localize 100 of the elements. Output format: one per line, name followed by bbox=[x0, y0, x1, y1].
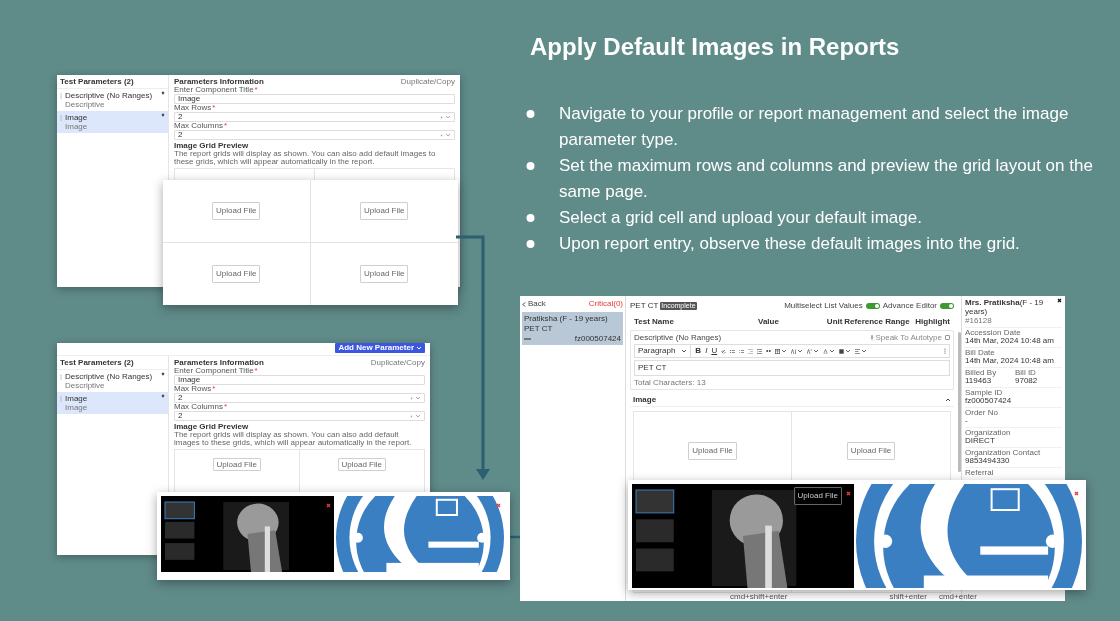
parameter-name: Image bbox=[65, 113, 89, 122]
chevron-down-icon bbox=[781, 348, 788, 354]
upload-button[interactable]: Upload File bbox=[688, 442, 737, 460]
parameter-name: Image bbox=[65, 394, 89, 403]
add-parameter-button[interactable]: Add New Parameter bbox=[335, 343, 425, 353]
detail-value: DIRECT bbox=[965, 437, 995, 445]
required-mark: * bbox=[254, 367, 258, 375]
parameter-type: Image bbox=[65, 122, 89, 131]
scrollbar[interactable] bbox=[958, 332, 961, 472]
detail-value: 97082 bbox=[1015, 377, 1039, 385]
field-label: Max Rows bbox=[174, 104, 212, 112]
step-text: Upon report entry, observe these default images into the grid. bbox=[559, 233, 1020, 255]
upload-button[interactable]: Upload File bbox=[360, 201, 409, 220]
field-label: Max Columns bbox=[174, 122, 223, 130]
chevron-down-icon bbox=[415, 413, 421, 419]
required-mark: * bbox=[254, 86, 258, 94]
block-style-dropdown[interactable]: Paragraph bbox=[638, 345, 692, 357]
detail-value: 9853494330 bbox=[965, 457, 1011, 465]
patient-number: #16128 bbox=[965, 316, 993, 325]
section-title: Parameters Information bbox=[174, 358, 264, 367]
patient-name: Mrs. Pratiksha(F - 19 years) bbox=[965, 298, 1045, 316]
upload-button[interactable]: Upload File bbox=[360, 264, 409, 283]
align-icon bbox=[855, 348, 861, 354]
detail-label: Accession Date bbox=[965, 329, 1022, 337]
slide-title: Apply Default Images in Reports bbox=[530, 32, 900, 62]
upload-button[interactable]: Upload File bbox=[212, 264, 261, 283]
format-button[interactable]: B bbox=[695, 345, 702, 357]
select-field[interactable]: 2 bbox=[174, 393, 425, 403]
upload-button[interactable]: Upload File bbox=[212, 201, 261, 220]
chevron-down-icon bbox=[797, 348, 804, 354]
detail-label: Order No bbox=[965, 409, 999, 417]
format-button[interactable]: I bbox=[705, 345, 708, 357]
parameter-type: Descriptive bbox=[65, 100, 106, 109]
input-field[interactable]: Image bbox=[174, 94, 455, 104]
format-button[interactable]: U bbox=[711, 345, 718, 357]
detail-label: Bill Date bbox=[965, 349, 996, 357]
parameter-type: Image bbox=[65, 403, 89, 412]
parameter-item[interactable]: Image Image bbox=[57, 111, 168, 133]
outdent-icon bbox=[748, 348, 754, 354]
patient-test: PET CT bbox=[524, 324, 554, 333]
select-field[interactable]: 2 bbox=[174, 112, 455, 122]
toggle-switch[interactable] bbox=[865, 303, 880, 309]
required-mark: * bbox=[223, 122, 228, 130]
test-title: PET CT bbox=[630, 300, 659, 312]
quote-icon bbox=[766, 348, 772, 354]
step-text: Navigate to your profile or report management and select the image parameter type. bbox=[559, 103, 1070, 151]
column-header: Value bbox=[757, 316, 780, 328]
select-field[interactable]: 2 bbox=[174, 130, 455, 140]
chevron-down-icon bbox=[845, 348, 852, 354]
duplicate-link[interactable]: Duplicate/Copy bbox=[370, 358, 425, 367]
patient-card[interactable]: Pratiksha (F - 19 years) PET CT fz000507424 bbox=[522, 312, 623, 345]
duplicate-link[interactable]: Duplicate/Copy bbox=[400, 77, 455, 86]
toggle-switch[interactable] bbox=[940, 303, 954, 309]
preview-note: The report grids will display as shown. You can also add default images to these grids, which will appear automatically in the report. bbox=[174, 431, 413, 447]
required-mark: * bbox=[212, 385, 216, 393]
input-field[interactable]: Image bbox=[174, 375, 425, 385]
link-icon bbox=[721, 348, 727, 354]
speak-button[interactable]: Speak To Autotype bbox=[870, 333, 942, 342]
highlight-icon bbox=[839, 348, 845, 354]
font-icon bbox=[807, 348, 813, 354]
parameter-item[interactable]: Descriptive (No Ranges) Descriptive bbox=[57, 89, 168, 111]
upload-button[interactable]: Upload File bbox=[337, 458, 386, 471]
editor-field[interactable]: PET CT bbox=[634, 360, 950, 376]
column-header: Reference Range bbox=[843, 316, 910, 328]
chevron-down-icon bbox=[445, 114, 451, 120]
detail-label: Billed By bbox=[965, 369, 998, 377]
dash-icon bbox=[524, 337, 531, 340]
critical-count: Critical(0) bbox=[588, 298, 623, 310]
step-text: Select a grid cell and upload your default image. bbox=[559, 207, 922, 229]
upload-button[interactable]: Upload File bbox=[793, 487, 842, 505]
test-name: Descriptive (No Ranges) bbox=[634, 333, 722, 342]
field-label: Enter Component Title bbox=[174, 367, 254, 375]
toggle-label: Multiselect List Values bbox=[784, 300, 863, 312]
preview-note: The report grids will display as shown. You can also add default images to these grids, which will appear automatically in the report. bbox=[174, 150, 437, 166]
upload-button[interactable]: Upload File bbox=[212, 458, 261, 471]
detail-value: 14th Mar, 2024 10:48 am bbox=[965, 357, 1055, 365]
section-title: Parameters Information bbox=[174, 77, 264, 86]
chevron-down-icon bbox=[829, 348, 836, 354]
patient-name: Pratiksha (F - 19 years) bbox=[524, 314, 609, 323]
detail-label: Bill ID bbox=[1015, 369, 1037, 377]
select-field[interactable]: 2 bbox=[174, 411, 425, 421]
parameter-item[interactable]: Descriptive (No Ranges) Descriptive bbox=[57, 370, 168, 392]
detail-value: 119463 bbox=[965, 377, 992, 385]
detail-label: Referral bbox=[965, 469, 995, 477]
field-label: Max Columns bbox=[174, 403, 223, 411]
font-color-icon bbox=[823, 348, 829, 354]
checkbox[interactable] bbox=[945, 335, 950, 340]
parameter-item[interactable]: Image Image bbox=[57, 392, 168, 414]
parameter-name: Descriptive (No Ranges) bbox=[65, 91, 154, 100]
detail-value: 14th Mar, 2024 10:48 am bbox=[965, 337, 1055, 345]
required-mark: * bbox=[212, 104, 216, 112]
upload-button[interactable]: Upload File bbox=[846, 442, 896, 460]
numbered-list-icon bbox=[739, 348, 745, 354]
shortcut-hint: cmd+shift+enter bbox=[730, 592, 788, 601]
detail-label: Sample ID bbox=[965, 389, 1003, 397]
shortcut-hint: shift+enter bbox=[889, 592, 927, 601]
toggle-label: Advance Editor bbox=[882, 300, 937, 312]
back-link[interactable]: Back bbox=[522, 298, 546, 310]
chevron-left-icon bbox=[522, 301, 526, 307]
chevron-down-icon bbox=[861, 348, 868, 354]
